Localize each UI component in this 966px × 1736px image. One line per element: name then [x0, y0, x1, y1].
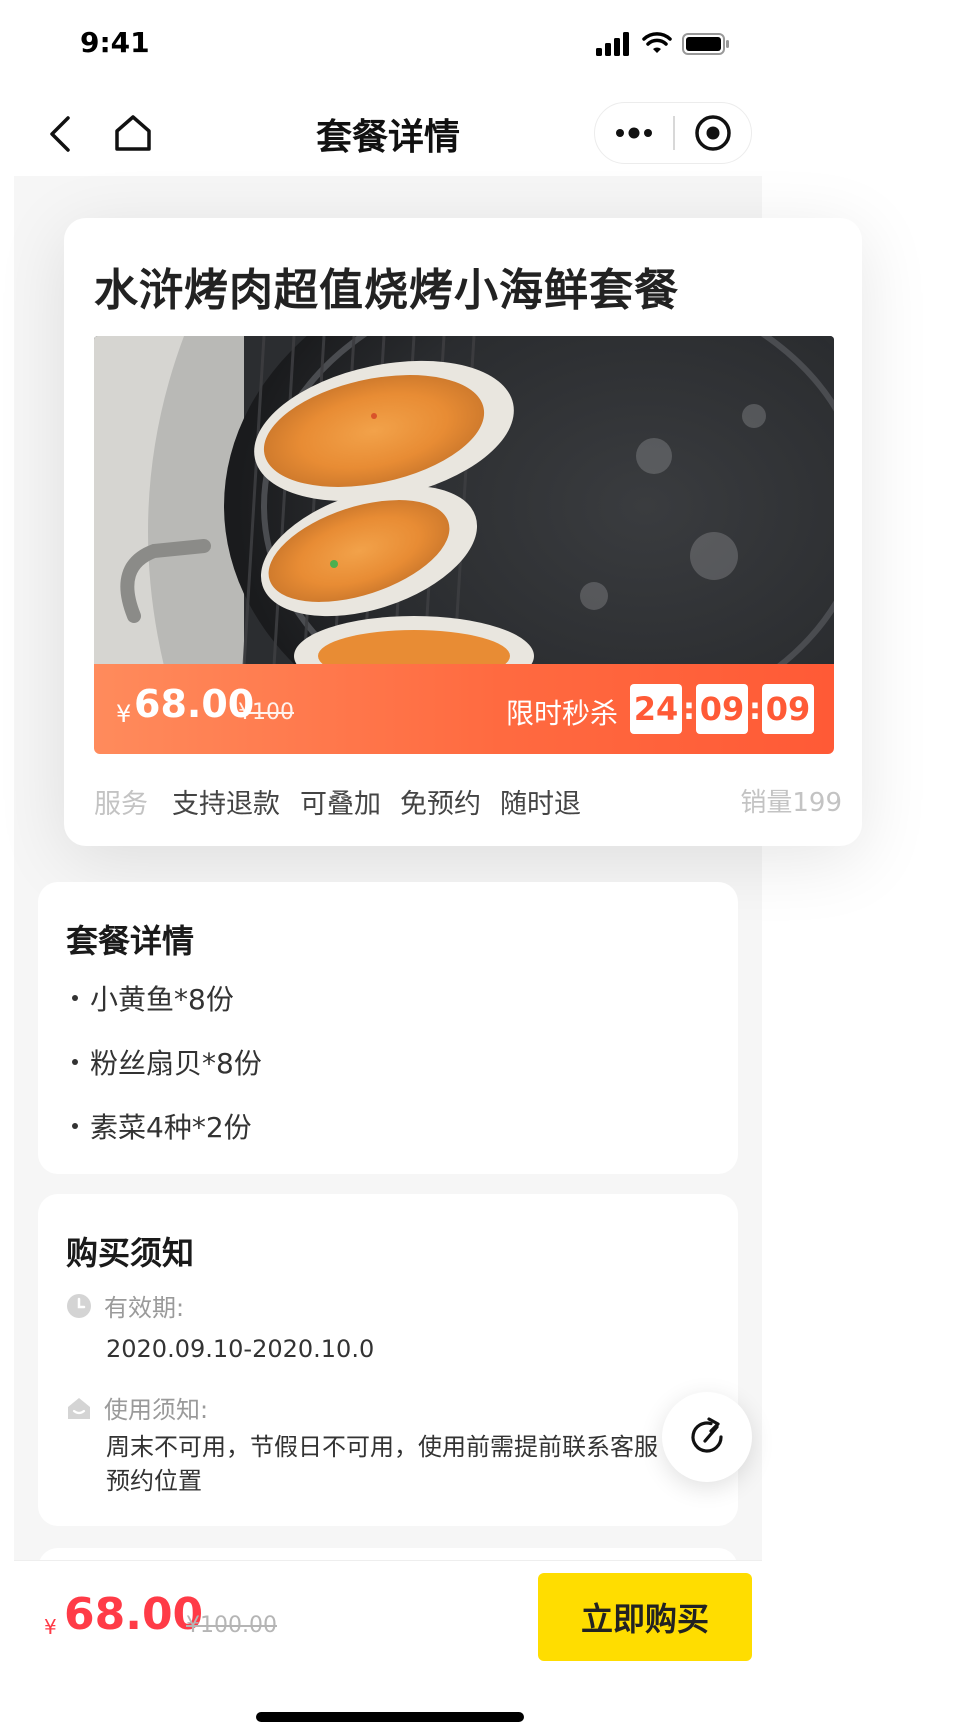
deal-original-price: ¥100	[238, 700, 294, 725]
countdown-separator: :	[749, 691, 761, 727]
share-arrow-icon	[691, 1417, 723, 1453]
usage-row: 使用须知:	[66, 1390, 208, 1425]
usage-label: 使用须知:	[104, 1396, 209, 1424]
nav-bar: 套餐详情	[0, 92, 762, 176]
target-circle-icon	[695, 115, 731, 151]
buy-now-button[interactable]: 立即购买	[538, 1573, 752, 1661]
package-item-text: 小黄鱼*8份	[90, 983, 234, 1016]
status-icons	[596, 32, 730, 56]
service-tag: 支持退款	[172, 789, 280, 820]
mini-program-capsule	[594, 102, 752, 164]
purchase-notice-card: 购买须知 有效期: 2020.09.10-2020.10.0 使用须知: 周末不…	[38, 1194, 738, 1526]
bullet	[72, 1123, 78, 1129]
cellular-signal-icon	[596, 32, 629, 56]
bullet	[72, 1059, 78, 1065]
flash-sale-label: 限时秒杀	[506, 697, 619, 730]
package-details-card: 套餐详情 小黄鱼*8份 粉丝扇贝*8份 素菜4种*2份	[38, 882, 738, 1174]
deal-price: 68.00	[134, 682, 255, 726]
validity-label: 有效期:	[104, 1294, 185, 1322]
page-title: 套餐详情	[315, 117, 460, 158]
bullet	[72, 995, 78, 1001]
home-indicator[interactable]	[256, 1712, 524, 1722]
list-item: 素菜4种*2份	[66, 1106, 252, 1146]
service-label: 服务	[94, 789, 148, 820]
back-button[interactable]	[40, 110, 80, 158]
chevron-left-icon	[50, 116, 70, 152]
countdown-seconds: 09	[762, 684, 814, 734]
close-mini-program-button[interactable]	[675, 103, 751, 163]
share-button[interactable]	[662, 1392, 752, 1482]
more-button[interactable]	[595, 103, 673, 163]
deal-photo	[94, 336, 834, 666]
oyster-grill-photo	[94, 336, 834, 666]
purchase-notice-title: 购买须知	[66, 1234, 195, 1272]
countdown-minutes: 09	[696, 684, 748, 734]
battery-icon	[682, 33, 729, 55]
bottom-price: 68.00	[64, 1589, 204, 1640]
status-time: 9:41	[80, 26, 150, 59]
status-bar: 9:41	[0, 0, 966, 92]
home-icon	[115, 115, 151, 151]
clock-icon	[67, 1293, 91, 1318]
currency-symbol: ¥	[116, 700, 132, 728]
countdown-hours: 24	[630, 684, 682, 734]
bottom-original-price: ¥100.00	[186, 1613, 277, 1638]
wifi-icon	[642, 32, 672, 53]
bottom-currency-symbol: ¥	[44, 1615, 57, 1639]
usage-value: 周末不可用，节假日不可用，使用前需提前联系客服预约位置	[106, 1433, 658, 1495]
countdown-timer: 24 : 09 : 09	[630, 684, 814, 734]
house-icon	[68, 1397, 90, 1419]
bottom-purchase-bar: ¥ 68.00 ¥100.00 立即购买	[14, 1560, 762, 1686]
more-dots-icon	[616, 127, 652, 139]
service-tag: 随时退	[500, 789, 581, 820]
flash-sale-strip: ¥ 68.00 ¥100 限时秒杀 24 : 09 : 09	[94, 664, 834, 754]
package-details-title: 套餐详情	[66, 922, 195, 960]
deal-title: 水浒烤肉超值烧烤小海鲜套餐	[94, 265, 679, 316]
validity-value: 2020.09.10-2020.10.0	[106, 1335, 375, 1363]
service-row: 服务 支持退款 可叠加 免预约 随时退 销量199	[94, 782, 842, 822]
service-tag: 可叠加	[300, 789, 381, 820]
list-item: 粉丝扇贝*8份	[66, 1042, 262, 1082]
countdown-separator: :	[683, 691, 695, 727]
deal-card: 水浒烤肉超值烧烤小海鲜套餐 ¥ 68.00 ¥100 限时秒杀 24: 09 …	[64, 218, 862, 846]
package-item-text: 粉丝扇贝*8份	[90, 1047, 262, 1080]
sales-count: 销量199	[740, 788, 842, 818]
service-tag: 免预约	[400, 789, 481, 820]
home-button[interactable]	[108, 108, 158, 158]
validity-row: 有效期:	[66, 1288, 184, 1323]
package-item-text: 素菜4种*2份	[90, 1111, 252, 1144]
list-item: 小黄鱼*8份	[66, 978, 234, 1018]
